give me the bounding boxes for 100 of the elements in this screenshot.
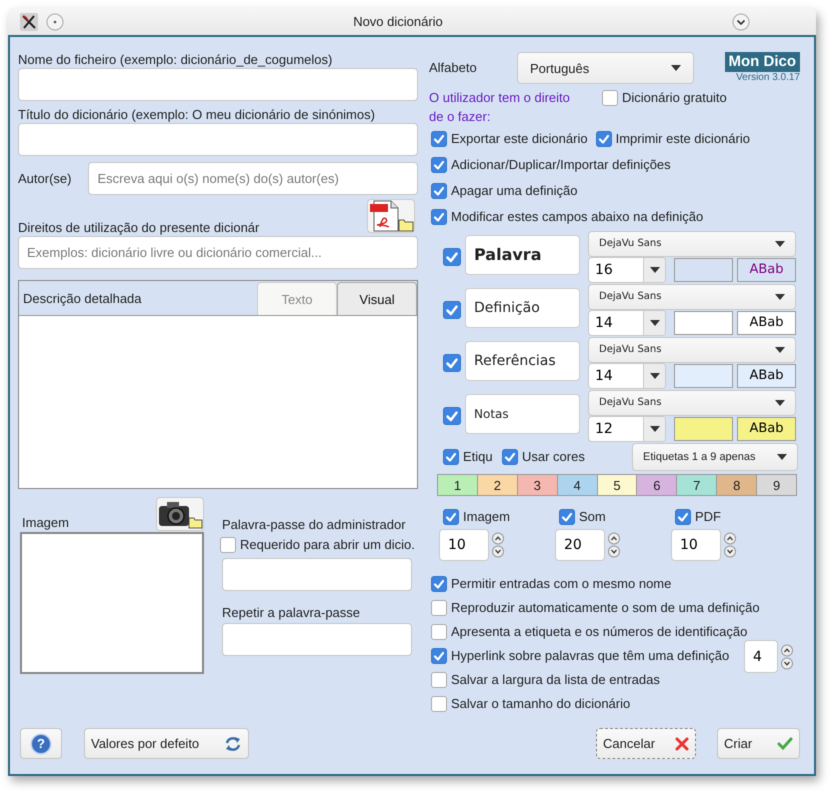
field-name-box: Palavra [465, 234, 580, 274]
checkbox[interactable] [502, 449, 518, 465]
number-field[interactable]: 4 [744, 640, 778, 673]
number-field[interactable]: 20 [555, 529, 605, 561]
stepper-icon[interactable] [491, 532, 505, 558]
sample-text[interactable]: ABab [737, 364, 796, 388]
checkbox-label: Usar cores [522, 449, 585, 465]
checkbox-label: Reproduzir automaticamente o som de uma definição [451, 600, 760, 616]
tag-filter-dropdown[interactable]: Etiquetas 1 a 9 apenas [632, 443, 798, 471]
checkbox-label: Apresenta a etiqueta e os números de identificação [451, 624, 748, 640]
input-field[interactable] [18, 123, 418, 156]
sample-text[interactable]: ABab [737, 416, 796, 440]
tag-chip[interactable]: 8 [717, 475, 758, 495]
cancel-button[interactable]: Cancelar [596, 728, 696, 759]
tag-chip[interactable]: 7 [677, 475, 718, 495]
checkbox-label: Imprimir este dicionário [616, 131, 750, 147]
tab[interactable]: Visual [337, 282, 417, 315]
color-swatch[interactable] [674, 310, 733, 334]
stepper-icon[interactable] [780, 644, 794, 670]
alphabet-dropdown[interactable]: Português [517, 52, 694, 84]
tag-chip[interactable]: 5 [598, 475, 638, 495]
password-field[interactable] [222, 558, 412, 591]
field-label: Autor(se) [18, 170, 72, 186]
tag-chip[interactable]: 4 [558, 475, 598, 495]
stepper-icon[interactable] [607, 532, 621, 558]
checkbox[interactable] [443, 406, 461, 424]
color-swatch[interactable] [674, 364, 733, 388]
caret-icon [775, 294, 785, 300]
field-label: Repetir a palavra-passe [222, 605, 362, 621]
pdf-file-button[interactable] [367, 199, 415, 233]
checkbox-label: Exportar este dicionário [451, 131, 588, 147]
checkbox-label: Imagem [463, 509, 510, 525]
checkbox[interactable] [431, 209, 447, 225]
checkbox[interactable] [431, 648, 447, 664]
tag-chip[interactable]: 1 [438, 475, 478, 495]
font-dropdown[interactable]: DejaVu Sans [588, 230, 796, 256]
checkbox[interactable] [559, 509, 575, 525]
checkbox[interactable] [431, 672, 447, 688]
checkbox[interactable] [443, 509, 459, 525]
sample-text[interactable]: ABab [737, 310, 796, 334]
checkbox[interactable] [431, 183, 447, 199]
font-dropdown[interactable]: DejaVu Sans [588, 284, 796, 310]
checkbox[interactable] [602, 90, 618, 106]
create-button[interactable]: Criar [717, 728, 800, 759]
font-dropdown[interactable]: DejaVu Sans [588, 336, 796, 362]
number-field[interactable]: 10 [439, 529, 489, 561]
checkbox[interactable] [431, 600, 447, 616]
checkbox[interactable] [443, 449, 459, 465]
check-icon [777, 736, 793, 750]
checkbox[interactable] [431, 696, 447, 712]
sample-text[interactable]: ABab [737, 258, 796, 282]
checkbox[interactable] [431, 157, 447, 173]
field-name-box: Notas [465, 394, 580, 434]
size-combo[interactable]: 16 [588, 256, 666, 282]
checkbox[interactable] [596, 131, 612, 147]
help-button[interactable]: ? [20, 728, 62, 759]
number-field[interactable]: 10 [671, 529, 721, 561]
checkbox[interactable] [443, 354, 461, 372]
size-combo[interactable]: 14 [588, 310, 666, 336]
input-field[interactable]: Escreva aqui o(s) nome(s) do(s) autor(es) [88, 162, 418, 195]
field-name-box: Referências [465, 340, 580, 380]
checkbox[interactable] [443, 300, 461, 318]
checkbox-label: Adicionar/Duplicar/Importar definições [451, 157, 671, 173]
caret-icon [775, 240, 785, 246]
stepper-icon[interactable] [723, 532, 737, 558]
checkbox[interactable] [431, 576, 447, 592]
checkbox-label: Modificar estes campos abaixo na definição [451, 209, 704, 225]
checkbox[interactable] [431, 131, 447, 147]
caret-icon [650, 426, 660, 432]
checkbox-label: Requerido para abrir um dicio. [240, 537, 415, 553]
chevron-down-icon[interactable] [732, 12, 750, 30]
checkbox-label: Salvar a largura da lista de entradas [451, 672, 660, 688]
camera-button[interactable] [156, 497, 204, 531]
size-combo[interactable]: 12 [588, 416, 666, 442]
checkbox[interactable] [675, 509, 691, 525]
close-icon [675, 736, 689, 750]
color-swatch[interactable] [674, 258, 733, 282]
input-field[interactable] [18, 68, 418, 101]
caret-icon [671, 65, 681, 71]
field-name-box: Definição [465, 288, 580, 328]
checkbox-label: Hyperlink sobre palavras que têm uma definição [451, 648, 730, 664]
checkbox[interactable] [431, 624, 447, 640]
field-label: Imagem [22, 515, 69, 531]
input-field[interactable]: Exemplos: dicionário livre ou dicionário comercial... [18, 236, 418, 269]
defaults-button[interactable]: Valores por defeito [84, 728, 249, 759]
tag-chip[interactable]: 6 [637, 475, 678, 495]
password-field[interactable] [222, 623, 412, 656]
tag-chip[interactable]: 9 [757, 475, 796, 495]
checkbox-label: Etiqu [463, 449, 494, 465]
version-text: Version 3.0.17 [736, 72, 800, 84]
size-combo[interactable]: 14 [588, 362, 666, 388]
tag-chip[interactable]: 2 [478, 475, 518, 495]
tag-chip[interactable]: 3 [518, 475, 558, 495]
field-label: Direitos de utilização do presente dicionár [18, 220, 260, 236]
checkbox[interactable] [443, 248, 461, 266]
field-label: Título do dicionário (exemplo: O meu dicionário de sinónimos) [18, 107, 376, 123]
color-swatch[interactable] [674, 416, 733, 440]
checkbox-label: Salvar o tamanho do dicionário [451, 696, 630, 712]
checkbox[interactable] [220, 537, 236, 553]
font-dropdown[interactable]: DejaVu Sans [588, 390, 796, 416]
